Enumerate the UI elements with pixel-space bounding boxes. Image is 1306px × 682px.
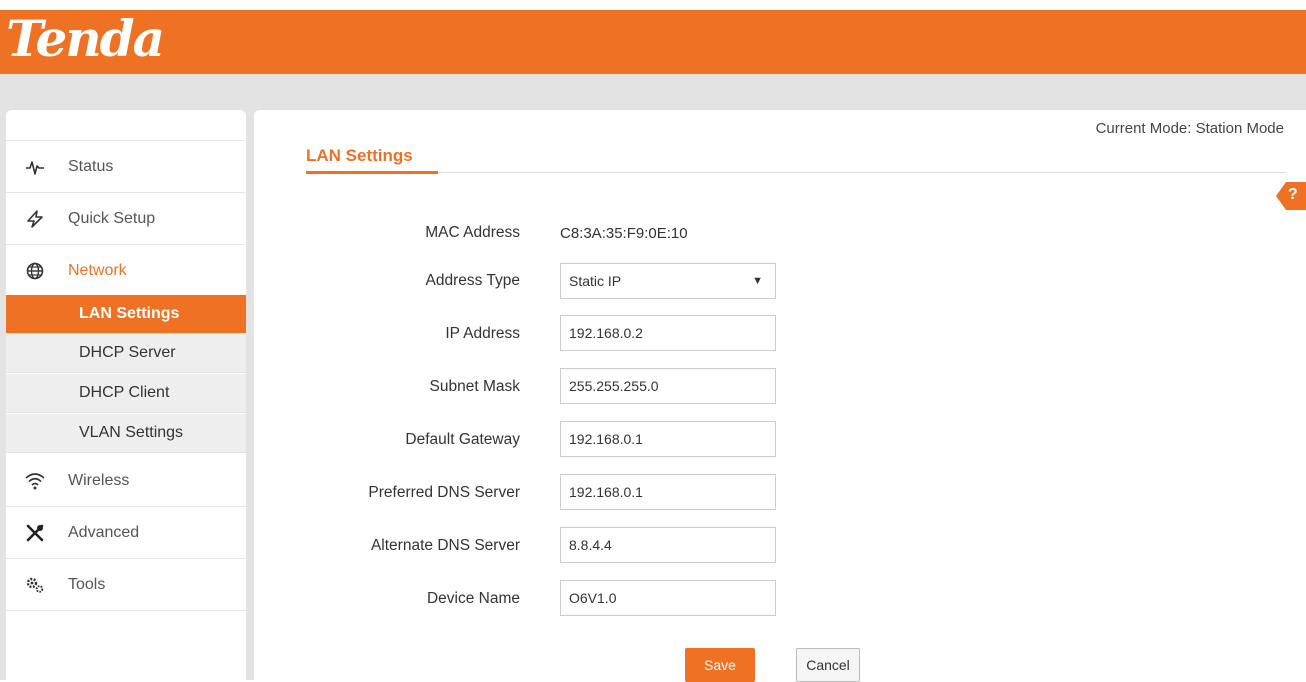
- sidebar-item-quick-setup[interactable]: Quick Setup: [6, 193, 246, 245]
- sidebar-item-label: Wireless: [68, 471, 130, 489]
- sidebar-item-label: Advanced: [68, 523, 140, 541]
- sidebar-item-status[interactable]: Status: [6, 141, 246, 193]
- device-name-label: Device Name: [426, 590, 520, 607]
- sidebar-item-label: Tools: [68, 575, 106, 593]
- preferred-dns-input[interactable]: [560, 474, 776, 510]
- sidebar-item-advanced[interactable]: Advanced: [6, 507, 246, 559]
- dropdown-arrow-icon: ▼: [752, 275, 763, 287]
- sidebar-subitem-vlan-settings[interactable]: VLAN Settings: [6, 414, 246, 453]
- mac-address-label: MAC Address: [425, 224, 520, 241]
- tenda-logo: Tenda: [6, 9, 165, 68]
- wifi-icon: [24, 470, 46, 492]
- sidebar-item-tools[interactable]: Tools: [6, 559, 246, 611]
- title-underline: [306, 171, 438, 174]
- sidebar-subitem-label: DHCP Server: [79, 344, 176, 361]
- current-mode: Current Mode: Station Mode: [1095, 120, 1284, 137]
- sidebar-item-label: Status: [68, 157, 114, 175]
- sidebar-item-wireless[interactable]: Wireless: [6, 455, 246, 507]
- globe-icon: [24, 260, 46, 282]
- subnet-mask-input[interactable]: [560, 368, 776, 404]
- cancel-button[interactable]: Cancel: [796, 648, 860, 682]
- page-title: LAN Settings: [306, 146, 413, 165]
- sidebar-item-network[interactable]: Network: [6, 245, 246, 297]
- sidebar-subitem-label: DHCP Client: [79, 384, 170, 401]
- sidebar-subitem-dhcp-server[interactable]: DHCP Server: [6, 334, 246, 373]
- sidebar-item-label: Network: [68, 261, 127, 279]
- subnet-mask-label: Subnet Mask: [429, 378, 520, 395]
- tools-icon: [24, 522, 46, 544]
- sidebar: Status Quick Setup Network LAN Settings …: [6, 110, 246, 680]
- sidebar-item-label: Quick Setup: [68, 209, 156, 227]
- lightning-icon: [24, 208, 46, 230]
- sidebar-subitem-dhcp-client[interactable]: DHCP Client: [6, 374, 246, 413]
- sidebar-subitem-label: LAN Settings: [79, 305, 180, 322]
- title-divider: [306, 172, 1286, 173]
- sidebar-subitem-label: VLAN Settings: [79, 424, 184, 441]
- ip-address-label: IP Address: [445, 325, 520, 342]
- gears-icon: [24, 574, 46, 596]
- address-type-select[interactable]: Static IP ▼: [560, 263, 776, 299]
- alternate-dns-input[interactable]: [560, 527, 776, 563]
- alternate-dns-label: Alternate DNS Server: [370, 537, 520, 554]
- pulse-icon: [24, 156, 46, 178]
- address-type-label: Address Type: [425, 272, 521, 289]
- device-name-input[interactable]: [560, 580, 776, 616]
- save-button[interactable]: Save: [685, 648, 755, 682]
- default-gateway-label: Default Gateway: [405, 431, 520, 448]
- main-content: Current Mode: Station Mode LAN Settings …: [254, 110, 1306, 682]
- sidebar-subitem-lan-settings[interactable]: LAN Settings: [6, 295, 246, 334]
- top-header: Tenda: [0, 0, 1306, 74]
- ip-address-input[interactable]: [560, 315, 776, 351]
- help-label: ?: [1288, 186, 1298, 203]
- preferred-dns-label: Preferred DNS Server: [368, 484, 520, 501]
- address-type-value: Static IP: [569, 273, 622, 289]
- mac-address-value: C8:3A:35:F9:0E:10: [560, 225, 688, 242]
- help-button[interactable]: ?: [1276, 182, 1306, 210]
- default-gateway-input[interactable]: [560, 421, 776, 457]
